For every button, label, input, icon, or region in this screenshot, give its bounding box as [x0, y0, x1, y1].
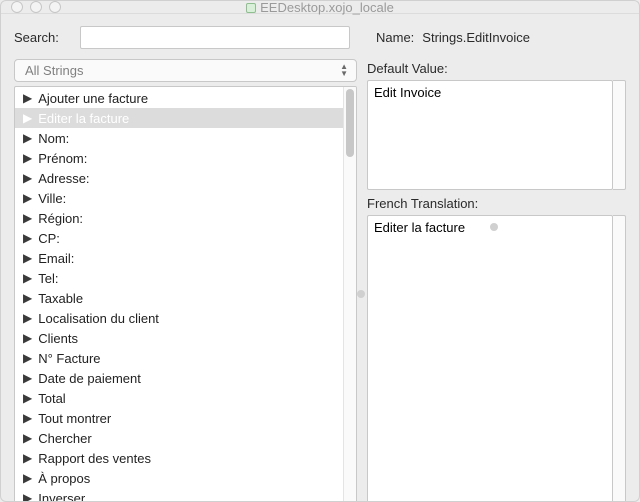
disclosure-triangle-icon[interactable]: ▶ [23, 172, 32, 184]
list-scrollbar[interactable] [343, 87, 356, 502]
list-item[interactable]: ▶ Total [15, 388, 343, 408]
list-item-label: Tel: [38, 271, 58, 286]
disclosure-triangle-icon[interactable]: ▶ [23, 352, 32, 364]
list-item-label: N° Facture [38, 351, 100, 366]
list-item-label: Date de paiement [38, 371, 141, 386]
list-item-label: Editer la facture [38, 111, 129, 126]
disclosure-triangle-icon[interactable]: ▶ [23, 92, 32, 104]
translation-label: French Translation: [367, 196, 626, 211]
textarea-scrollbar[interactable] [613, 215, 626, 502]
list-item[interactable]: ▶ Nom: [15, 128, 343, 148]
disclosure-triangle-icon[interactable]: ▶ [23, 332, 32, 344]
disclosure-triangle-icon[interactable]: ▶ [23, 392, 32, 404]
default-value-label: Default Value: [367, 61, 626, 76]
list-item[interactable]: ▶ Chercher [15, 428, 343, 448]
list-item-label: À propos [38, 471, 90, 486]
textarea-scrollbar[interactable] [613, 80, 626, 190]
list-item[interactable]: ▶ Ajouter une facture [15, 88, 343, 108]
list-item-label: CP: [38, 231, 60, 246]
list-item[interactable]: ▶ Ville: [15, 188, 343, 208]
list-item-label: Total [38, 391, 65, 406]
window-title: EEDesktop.xojo_locale [1, 0, 639, 15]
disclosure-triangle-icon[interactable]: ▶ [23, 112, 32, 124]
list-item[interactable]: ▶ À propos [15, 468, 343, 488]
disclosure-triangle-icon[interactable]: ▶ [23, 452, 32, 464]
list-item-label: Adresse: [38, 171, 89, 186]
zoom-icon[interactable] [49, 1, 61, 13]
list-item-label: Email: [38, 251, 74, 266]
translation-input[interactable] [367, 215, 613, 502]
list-item[interactable]: ▶ CP: [15, 228, 343, 248]
list-item[interactable]: ▶ Rapport des ventes [15, 448, 343, 468]
disclosure-triangle-icon[interactable]: ▶ [23, 192, 32, 204]
list-item[interactable]: ▶ Date de paiement [15, 368, 343, 388]
splitter-handle-vertical[interactable] [357, 290, 365, 298]
list-item-label: Clients [38, 331, 78, 346]
search-label: Search: [14, 30, 72, 45]
list-item-label: Tout montrer [38, 411, 111, 426]
disclosure-triangle-icon[interactable]: ▶ [23, 292, 32, 304]
list-item-label: Ajouter une facture [38, 91, 148, 106]
list-item[interactable]: ▶ Editer la facture [15, 108, 343, 128]
disclosure-triangle-icon[interactable]: ▶ [23, 312, 32, 324]
disclosure-triangle-icon[interactable]: ▶ [23, 372, 32, 384]
list-item[interactable]: ▶ N° Facture [15, 348, 343, 368]
close-icon[interactable] [11, 1, 23, 13]
list-item-label: Prénom: [38, 151, 87, 166]
chevron-updown-icon: ▲▼ [340, 63, 348, 77]
scrollbar-thumb[interactable] [346, 89, 354, 157]
list-body[interactable]: ▶ Ajouter une facture ▶ Editer la facture ▶ N… [15, 87, 343, 502]
disclosure-triangle-icon[interactable]: ▶ [23, 272, 32, 284]
disclosure-triangle-icon[interactable]: ▶ [23, 232, 32, 244]
name-label: Name: [376, 30, 414, 45]
list-item-label: Localisation du client [38, 311, 159, 326]
list-item-label: Chercher [38, 431, 91, 446]
filter-select[interactable]: All Strings ▲▼ [14, 59, 357, 82]
window-controls [1, 1, 61, 13]
list-item[interactable]: ▶ Tout montrer [15, 408, 343, 428]
disclosure-triangle-icon[interactable]: ▶ [23, 152, 32, 164]
list-item-label: Nom: [38, 131, 69, 146]
right-pane: Default Value: French Translation: [367, 59, 626, 502]
list-item[interactable]: ▶ Localisation du client [15, 308, 343, 328]
left-pane: All Strings ▲▼ ▶ Ajouter une facture ▶ Edit… [14, 59, 357, 502]
list-item-label: Taxable [38, 291, 83, 306]
default-value-input[interactable] [367, 80, 613, 190]
disclosure-triangle-icon[interactable]: ▶ [23, 472, 32, 484]
filter-selected: All Strings [25, 63, 84, 78]
disclosure-triangle-icon[interactable]: ▶ [23, 132, 32, 144]
document-icon [246, 3, 256, 13]
main-row: All Strings ▲▼ ▶ Ajouter une facture ▶ Edit… [14, 59, 626, 502]
top-row: Search: Name: Strings.EditInvoice [14, 26, 626, 49]
list-item-label: Inverser [38, 491, 85, 502]
list-item[interactable]: ▶ Taxable [15, 288, 343, 308]
content: Search: Name: Strings.EditInvoice All St… [1, 14, 639, 502]
list-item[interactable]: ▶ Adresse: [15, 168, 343, 188]
list-item[interactable]: ▶ Clients [15, 328, 343, 348]
minimize-icon[interactable] [30, 1, 42, 13]
list-item-label: Ville: [38, 191, 66, 206]
disclosure-triangle-icon[interactable]: ▶ [23, 492, 32, 502]
window: EEDesktop.xojo_locale Search: Name: Stri… [0, 0, 640, 502]
list-item[interactable]: ▶ Prénom: [15, 148, 343, 168]
list-item[interactable]: ▶ Tel: [15, 268, 343, 288]
search-input[interactable] [80, 26, 350, 49]
list-item[interactable]: ▶ Inverser [15, 488, 343, 502]
titlebar[interactable]: EEDesktop.xojo_locale [1, 1, 639, 14]
disclosure-triangle-icon[interactable]: ▶ [23, 252, 32, 264]
disclosure-triangle-icon[interactable]: ▶ [23, 412, 32, 424]
splitter-handle-horizontal[interactable] [490, 223, 498, 231]
list-item[interactable]: ▶ Email: [15, 248, 343, 268]
name-value: Strings.EditInvoice [422, 30, 530, 45]
list-item[interactable]: ▶ Région: [15, 208, 343, 228]
disclosure-triangle-icon[interactable]: ▶ [23, 212, 32, 224]
strings-list: ▶ Ajouter une facture ▶ Editer la facture ▶ N… [14, 86, 357, 502]
list-item-label: Région: [38, 211, 83, 226]
list-item-label: Rapport des ventes [38, 451, 151, 466]
disclosure-triangle-icon[interactable]: ▶ [23, 432, 32, 444]
